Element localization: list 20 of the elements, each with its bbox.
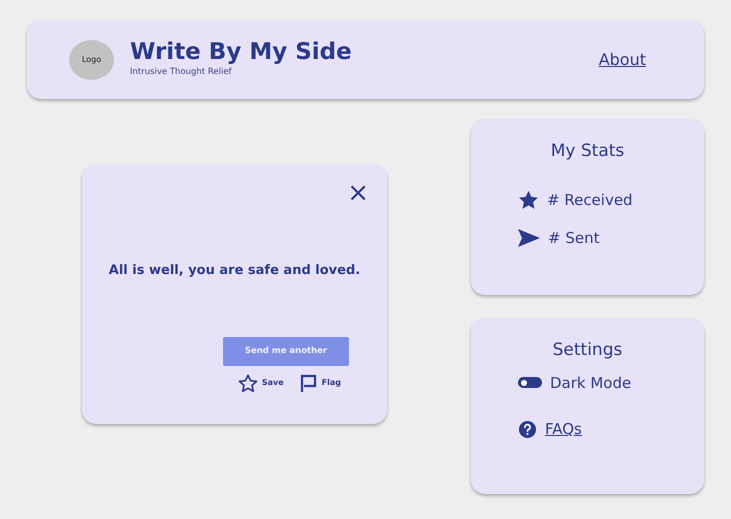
save-button[interactable]: Save — [238, 374, 284, 392]
logo: Logo — [69, 40, 114, 80]
settings-title: Settings — [552, 339, 624, 362]
toggle-switch[interactable] — [518, 377, 542, 388]
close-button[interactable]: × — [347, 180, 369, 206]
about-link[interactable]: About — [598, 48, 646, 72]
flag-button[interactable]: Flag — [300, 374, 341, 392]
app-title: Write By My Side — [130, 40, 352, 66]
stat-label: # Sent — [548, 228, 600, 249]
help-icon — [518, 420, 537, 439]
faqs-link[interactable]: FAQs — [545, 418, 582, 440]
star-icon — [518, 190, 539, 210]
flag-icon — [300, 374, 318, 392]
message-text: All is well, you are safe and loved. — [108, 262, 362, 280]
stats-title: My Stats — [550, 140, 626, 163]
app-subtitle: Intrusive Thought Relief — [130, 66, 233, 79]
send-icon — [518, 229, 540, 248]
stat-label: # Received — [547, 190, 633, 210]
dark-mode-label: Dark Mode — [550, 372, 632, 394]
star-icon — [238, 374, 258, 392]
